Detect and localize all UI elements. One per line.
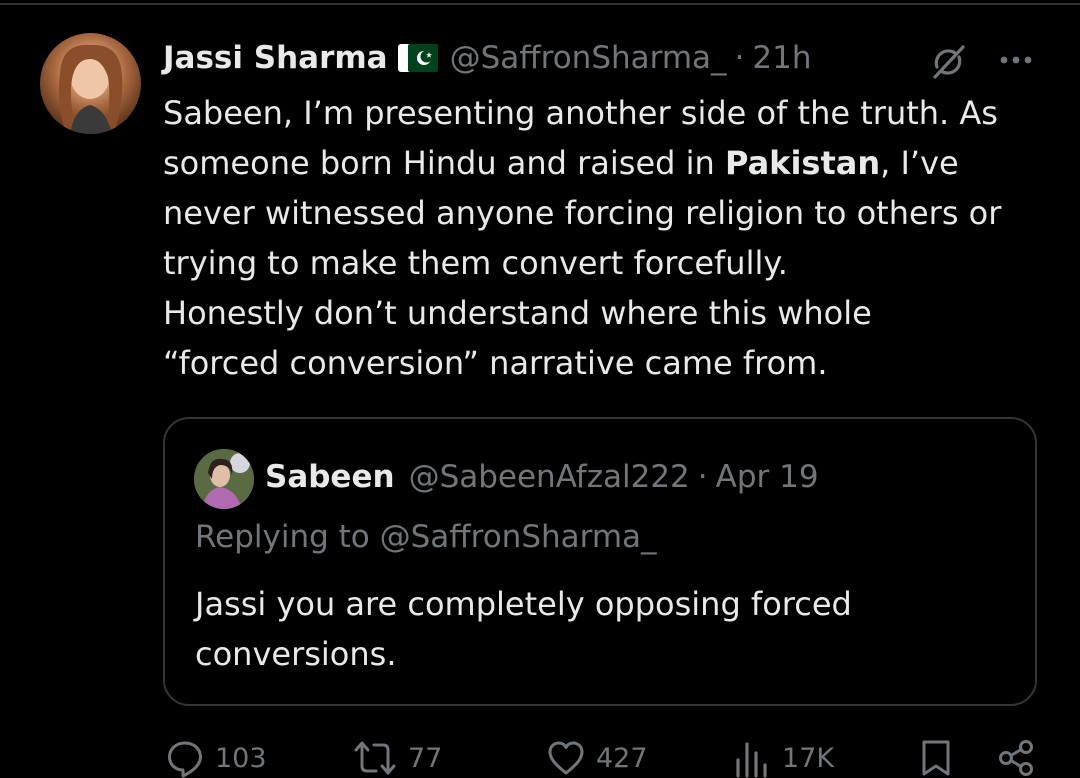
header-separator: · bbox=[734, 40, 745, 76]
replying-to-label: Replying to @SaffronSharma_ bbox=[195, 519, 657, 555]
tweet-time[interactable]: 21h bbox=[752, 40, 811, 76]
bold-text: Pakistan bbox=[724, 144, 881, 182]
tweet-action-bar: 103 77 427 17K bbox=[0, 738, 1080, 778]
repost-button[interactable]: 77 bbox=[352, 738, 442, 778]
quoted-tweet-header: Sabeen @SabeenAfzal222 · Apr 19 bbox=[265, 455, 819, 499]
quoted-author-handle[interactable]: @SabeenAfzal222 bbox=[409, 459, 690, 495]
reply-icon bbox=[168, 741, 202, 778]
quoted-text-line: Jassi you are completely opposing forced bbox=[195, 585, 852, 623]
tweet-text-line: “forced conversion” narrative came from. bbox=[163, 344, 828, 382]
quoted-text-line: conversions. bbox=[195, 635, 397, 673]
share-icon bbox=[999, 740, 1033, 776]
tweet-text-line: Honestly don’t understand where this who… bbox=[163, 294, 872, 332]
author-name[interactable]: Jassi Sharma bbox=[163, 40, 388, 76]
share-button[interactable] bbox=[996, 738, 1036, 778]
tweet-header: Jassi Sharma @SaffronSharma_ · 21h bbox=[163, 36, 812, 80]
quoted-author-avatar[interactable] bbox=[194, 449, 254, 509]
tweet-text-line: Sabeen, I’m presenting another side of t… bbox=[163, 94, 998, 132]
pakistan-flag-icon bbox=[397, 43, 438, 73]
quoted-tweet-card[interactable]: Sabeen @SabeenAfzal222 · Apr 19 Replying… bbox=[163, 417, 1037, 706]
tweet-text-line: trying to make them convert forcefully. bbox=[163, 244, 788, 282]
tweet-text: Sabeen, I’m presenting another side of t… bbox=[163, 88, 1053, 388]
quoted-author-name[interactable]: Sabeen bbox=[265, 459, 395, 495]
bookmark-icon bbox=[922, 740, 950, 776]
reply-button[interactable]: 103 bbox=[165, 738, 267, 778]
quoted-header-separator: · bbox=[697, 459, 708, 495]
more-options-icon[interactable] bbox=[996, 45, 1036, 75]
quoted-tweet-date[interactable]: Apr 19 bbox=[716, 459, 819, 495]
author-avatar-image bbox=[58, 44, 123, 134]
reply-count: 103 bbox=[215, 742, 267, 774]
tweet-text-line: someone born Hindu and raised in Pakista… bbox=[163, 144, 959, 182]
tweet-text-line: never witnessed anyone forcing religion … bbox=[163, 194, 1002, 232]
quoted-author-avatar-image bbox=[194, 449, 254, 509]
repost-count: 77 bbox=[408, 742, 443, 774]
quoted-tweet-text: Jassi you are completely opposing forced… bbox=[195, 579, 1015, 679]
views-chart-icon bbox=[736, 742, 767, 778]
views-button[interactable]: 17K bbox=[732, 738, 834, 778]
grok-icon[interactable] bbox=[928, 42, 968, 82]
author-avatar[interactable] bbox=[40, 33, 141, 134]
heart-icon bbox=[548, 741, 584, 775]
views-count: 17K bbox=[782, 742, 835, 774]
author-handle[interactable]: @SaffronSharma_ bbox=[450, 40, 727, 76]
like-count: 427 bbox=[596, 742, 648, 774]
top-divider bbox=[0, 3, 1080, 5]
like-button[interactable]: 427 bbox=[546, 738, 648, 778]
repost-icon bbox=[354, 741, 396, 775]
bookmark-button[interactable] bbox=[918, 738, 954, 778]
